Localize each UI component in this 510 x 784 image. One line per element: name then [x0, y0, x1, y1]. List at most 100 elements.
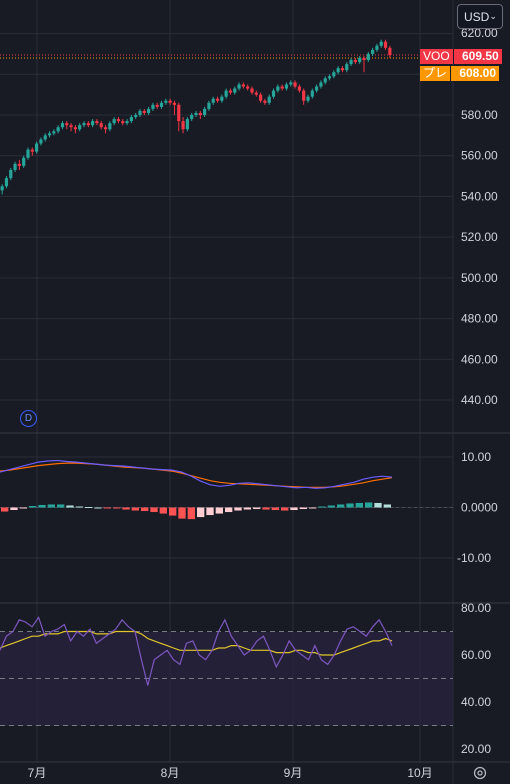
candle-body	[190, 115, 194, 120]
candle-body	[17, 163, 21, 166]
candle-body	[353, 60, 357, 63]
currency-selector[interactable]: USD ⌄	[457, 4, 503, 29]
candle-body	[78, 125, 82, 130]
candle-body	[306, 96, 310, 101]
macd-histogram-bar	[38, 504, 46, 508]
candle-body	[112, 119, 116, 124]
candle-body	[259, 94, 263, 101]
candle-body	[99, 123, 103, 128]
time-axis-label: 10月	[407, 766, 432, 780]
macd-histogram-bar	[299, 507, 307, 510]
candle-body	[60, 123, 65, 128]
candle-body	[116, 119, 121, 122]
candle-body	[134, 115, 138, 118]
candle-body	[82, 123, 86, 126]
event-marker-label: D	[24, 413, 33, 424]
macd-histogram-bar	[234, 507, 242, 511]
candle-body	[211, 98, 215, 103]
candle-body	[297, 86, 301, 91]
candle-body	[181, 121, 185, 130]
macd-histogram-bar	[187, 507, 195, 520]
candle-body	[43, 135, 47, 140]
macd-axis-label: 0.0000	[461, 501, 498, 515]
candle-body	[276, 86, 280, 91]
candle-body	[254, 92, 258, 95]
candle-body	[22, 157, 26, 166]
candle-body	[336, 68, 340, 73]
macd-histogram-bar	[169, 507, 177, 516]
candle-body	[267, 96, 271, 103]
candle-body	[73, 127, 77, 130]
macd-histogram-bar	[66, 505, 74, 508]
candle-body	[203, 108, 207, 115]
macd-histogram-bar	[103, 507, 111, 509]
price-axis-label: 520.00	[461, 230, 498, 244]
candle-body	[271, 90, 276, 97]
rsi-axis-label: 40.00	[461, 695, 491, 709]
prev-price-symbol: プレ	[420, 66, 451, 81]
macd-histogram-bar	[178, 507, 186, 519]
candle-body	[241, 84, 245, 87]
rsi-axis-label: 20.00	[461, 742, 491, 756]
candle-body	[228, 90, 233, 93]
candle-body	[138, 110, 142, 115]
macd-histogram-bar	[85, 506, 93, 508]
macd-histogram-bar	[290, 507, 298, 511]
macd-histogram-bar	[337, 504, 345, 508]
time-axis-label: 9月	[284, 766, 303, 780]
macd-histogram-bar	[318, 506, 326, 508]
price-axis-label: 500.00	[461, 271, 498, 285]
macd-histogram-bar	[374, 502, 382, 508]
candle-body	[319, 82, 323, 87]
candle-body	[280, 86, 284, 89]
candle-body	[263, 100, 267, 103]
rsi-axis-label: 80.00	[461, 601, 491, 615]
last-price-value: 609.50	[452, 49, 502, 64]
macd-histogram-bar	[47, 504, 55, 508]
macd-histogram-bar	[94, 507, 102, 509]
macd-histogram-bar	[243, 507, 251, 510]
macd-histogram-bar	[159, 507, 167, 514]
dividend-event-marker[interactable]: D	[20, 410, 37, 427]
candle-body	[147, 108, 151, 113]
macd-histogram-bar	[215, 507, 223, 514]
candle-body	[198, 112, 202, 115]
candle-body	[237, 84, 241, 89]
candle-body	[332, 72, 336, 77]
candle-body	[69, 125, 73, 128]
macd-histogram-bar	[262, 507, 270, 510]
candle-body	[340, 68, 345, 71]
candle-body	[142, 110, 146, 113]
gear-icon[interactable]	[472, 765, 488, 781]
candle-body	[349, 60, 353, 65]
macd-histogram-bar	[141, 507, 149, 512]
macd-histogram-bar	[225, 507, 233, 513]
candle-body	[164, 100, 168, 103]
macd-histogram-bar	[346, 503, 354, 508]
candle-body	[379, 41, 383, 46]
candle-body	[327, 76, 332, 79]
candle-body	[95, 121, 99, 124]
candle-body	[4, 178, 9, 187]
candle-body	[207, 102, 211, 109]
candle-body	[358, 58, 362, 63]
candle-body	[185, 119, 189, 130]
candle-body	[121, 121, 125, 124]
candle-body	[220, 96, 224, 101]
candle-body	[302, 90, 306, 101]
macd-histogram-bar	[75, 506, 83, 508]
candle-body	[155, 104, 159, 107]
chart-canvas[interactable]: 620.00580.00560.00540.00520.00500.00480.…	[0, 0, 510, 784]
time-axis: 7月 8月 9月 10月	[28, 766, 433, 780]
candle-body	[388, 47, 392, 55]
candle-body	[168, 100, 172, 103]
candle-body	[39, 139, 43, 144]
candle-body	[26, 149, 30, 158]
macd-histogram-bar	[355, 502, 363, 508]
candle-body	[177, 104, 181, 122]
candle-body	[47, 133, 52, 136]
candle-body	[30, 149, 34, 152]
macd-histogram-bar	[327, 505, 335, 508]
candle-body	[108, 123, 112, 130]
macd-histogram-bar	[131, 507, 139, 511]
